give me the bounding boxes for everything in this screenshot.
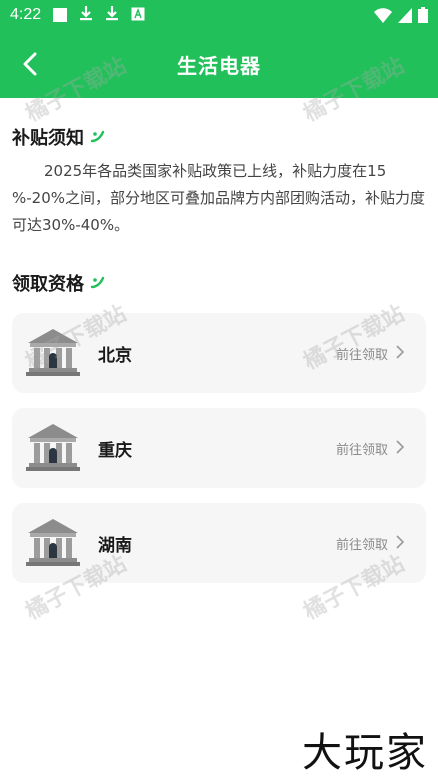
notice-section-title: 补贴须知 — [12, 124, 106, 150]
card-city-name: 重庆 — [98, 441, 132, 461]
notice-title-text: 补贴须知 — [12, 128, 84, 149]
go-claim-link[interactable]: 前往领取 — [336, 344, 388, 363]
chevron-left-icon — [23, 52, 37, 76]
battery-icon — [418, 7, 428, 27]
eligibility-title-text: 领取资格 — [12, 274, 84, 295]
a-badge-icon — [131, 6, 145, 25]
leaf-icon — [90, 273, 106, 294]
notification-square-icon — [53, 8, 68, 22]
notice-body: 2025年各品类国家补贴政策已上线，补贴力度在15 %-20%之间，部分地区可叠… — [12, 162, 426, 234]
chevron-right-icon — [396, 439, 405, 458]
page-title: 生活电器 — [177, 53, 261, 78]
download-icon — [79, 5, 93, 25]
app-bar: 生活电器 — [0, 30, 438, 98]
status-bar: 4:22 — [0, 0, 438, 30]
card-city-name: 北京 — [98, 346, 132, 366]
region-card-chongqing[interactable]: 重庆 前往领取 — [12, 408, 426, 488]
region-card-hunan[interactable]: 湖南 前往领取 — [12, 503, 426, 583]
go-claim-link[interactable]: 前往领取 — [336, 439, 388, 458]
download-icon — [105, 5, 119, 25]
government-building-icon — [26, 422, 80, 476]
back-button[interactable] — [14, 48, 46, 80]
wifi-icon — [374, 7, 392, 27]
go-claim-link[interactable]: 前往领取 — [336, 534, 388, 553]
leaf-icon — [90, 127, 106, 148]
eligibility-section-title: 领取资格 — [12, 270, 106, 296]
government-building-icon — [26, 327, 80, 381]
region-card-beijing[interactable]: 北京 前往领取 — [12, 313, 426, 393]
chevron-right-icon — [396, 534, 405, 553]
brand-logo-text: 大玩家 — [302, 730, 428, 776]
status-time: 4:22 — [10, 6, 42, 23]
government-building-icon — [26, 517, 80, 571]
signal-icon — [398, 7, 412, 27]
chevron-right-icon — [396, 344, 405, 363]
card-city-name: 湖南 — [98, 536, 132, 556]
